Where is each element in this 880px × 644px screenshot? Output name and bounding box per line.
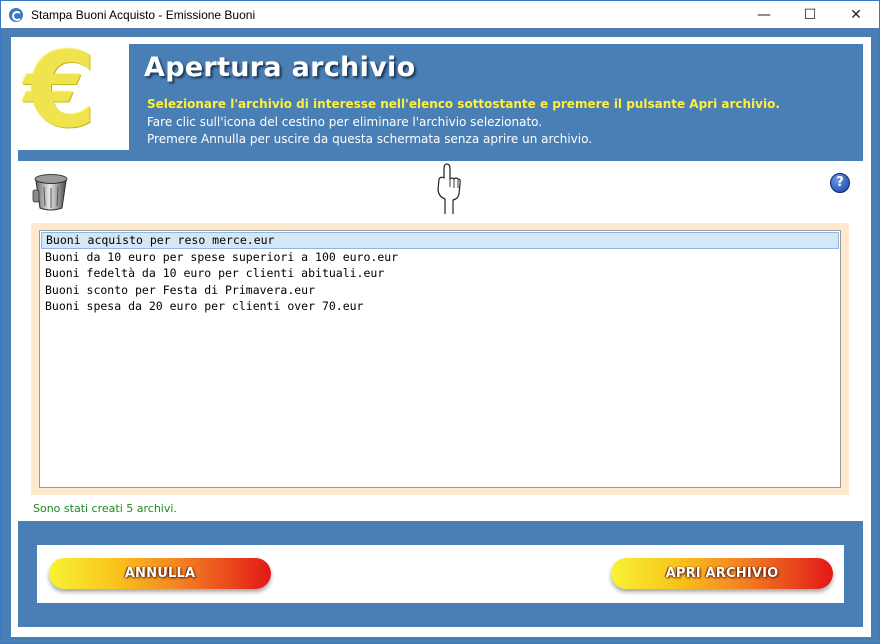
app-icon <box>9 7 23 22</box>
window-controls: — ☐ ✕ <box>741 1 879 28</box>
window-title: Stampa Buoni Acquisto - Emissione Buoni <box>31 7 256 22</box>
euro-icon: € <box>24 29 97 151</box>
client-area: € Apertura archivio Selezionare l'archiv… <box>11 37 871 637</box>
instruction-cancel: Premere Annulla per uscire da questa sch… <box>147 132 593 146</box>
list-item[interactable]: Buoni sconto per Festa di Primavera.eur <box>40 282 840 299</box>
trash-icon[interactable] <box>31 172 69 212</box>
cancel-button[interactable]: ANNULLA <box>49 558 271 589</box>
header-banner: € Apertura archivio Selezionare l'archiv… <box>18 38 863 161</box>
page-title: Apertura archivio <box>144 52 416 83</box>
button-area: ANNULLA APRI ARCHIVIO <box>37 545 844 603</box>
list-item[interactable]: Buoni acquisto per reso merce.eur <box>41 232 839 249</box>
title-bar[interactable]: Stampa Buoni Acquisto - Emissione Buoni … <box>1 1 879 28</box>
list-item[interactable]: Buoni fedeltà da 10 euro per clienti abi… <box>40 265 840 282</box>
list-item[interactable]: Buoni spesa da 20 euro per clienti over … <box>40 298 840 315</box>
close-button[interactable]: ✕ <box>833 1 879 28</box>
app-window: Stampa Buoni Acquisto - Emissione Buoni … <box>0 0 880 644</box>
pointing-hand-icon <box>433 163 463 215</box>
minimize-button[interactable]: — <box>741 1 787 28</box>
open-archive-button-label: APRI ARCHIVIO <box>665 566 779 581</box>
maximize-button[interactable]: ☐ <box>787 1 833 28</box>
help-icon[interactable]: ? <box>830 173 850 193</box>
footer-bar: ANNULLA APRI ARCHIVIO <box>18 521 863 627</box>
instruction-delete: Fare clic sull'icona del cestino per eli… <box>147 115 543 129</box>
file-listbox[interactable]: Buoni acquisto per reso merce.eur Buoni … <box>39 230 841 488</box>
list-item[interactable]: Buoni da 10 euro per spese superiori a 1… <box>40 249 840 266</box>
logo: € <box>18 38 129 150</box>
open-archive-button[interactable]: APRI ARCHIVIO <box>611 558 833 589</box>
status-text: Sono stati creati 5 archivi. <box>33 502 177 515</box>
file-list-panel: Buoni acquisto per reso merce.eur Buoni … <box>31 223 849 495</box>
instruction-primary: Selezionare l'archivio di interesse nell… <box>147 97 780 111</box>
cancel-button-label: ANNULLA <box>124 566 196 581</box>
